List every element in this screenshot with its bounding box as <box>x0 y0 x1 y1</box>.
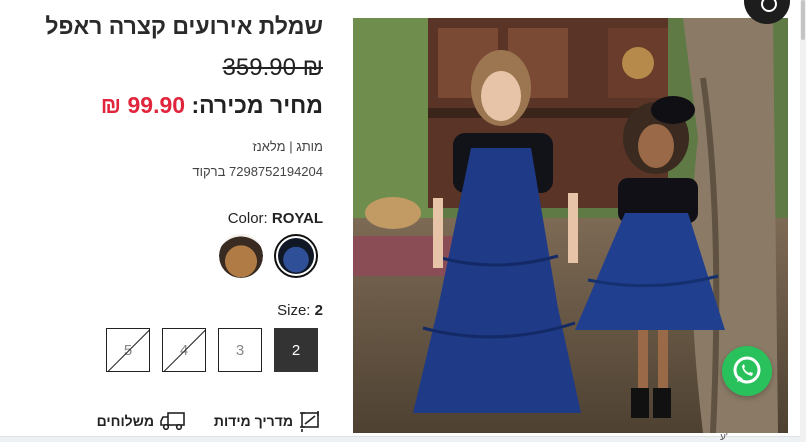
size-guide-link[interactable]: מדריך מידות <box>214 410 323 432</box>
size-guide-label: מדריך מידות <box>213 413 293 429</box>
truck-icon <box>160 412 185 431</box>
magnifier-icon <box>761 0 777 12</box>
footer-bar <box>0 436 800 442</box>
selected-color: ROYAL <box>271 210 323 227</box>
royal-dress-thumbnail <box>278 238 314 274</box>
whatsapp-chat-button[interactable] <box>722 346 772 396</box>
page-scrollbar[interactable] <box>800 0 806 442</box>
camel-dress-thumbnail <box>219 234 263 278</box>
size-option-3[interactable]: 3 <box>218 328 262 372</box>
sale-price: מחיר מכירה: 99.90 ₪ <box>101 92 323 119</box>
size-option-label: 3 <box>235 341 245 359</box>
footer-fragment: ע' <box>720 432 728 442</box>
sale-price-label: מחיר מכירה: <box>191 92 323 118</box>
color-swatch-royal[interactable] <box>274 234 318 278</box>
size-option-5[interactable]: 5 <box>106 328 150 372</box>
size-option-2[interactable]: 2 <box>274 328 318 372</box>
ruler-icon <box>300 411 319 432</box>
product-title: שמלת אירועים קצרה ראפל <box>45 13 323 39</box>
color-label: Color: ROYAL <box>228 210 323 227</box>
product-barcode: 7298752194204 ברקוד <box>192 164 323 179</box>
selected-size: 2 <box>314 302 323 319</box>
size-option-4[interactable]: 4 <box>162 328 206 372</box>
whatsapp-icon <box>733 356 761 384</box>
original-price: 359.90 ₪ <box>222 54 323 81</box>
color-label-text: Color: <box>227 210 268 227</box>
color-swatch-camel[interactable] <box>219 234 263 278</box>
size-option-label: 4 <box>179 341 189 359</box>
shipping-link[interactable]: משלוחים <box>97 410 188 432</box>
size-option-label: 5 <box>123 341 133 359</box>
sale-price-value: 99.90 ₪ <box>100 92 186 118</box>
product-brand: מותג | מלאנז <box>252 139 323 154</box>
size-label: Size: 2 <box>277 302 323 319</box>
size-label-text: Size: <box>277 302 311 319</box>
shipping-label: משלוחים <box>96 413 154 429</box>
scrollbar-thumb[interactable] <box>801 0 805 40</box>
size-option-label: 2 <box>291 341 301 359</box>
